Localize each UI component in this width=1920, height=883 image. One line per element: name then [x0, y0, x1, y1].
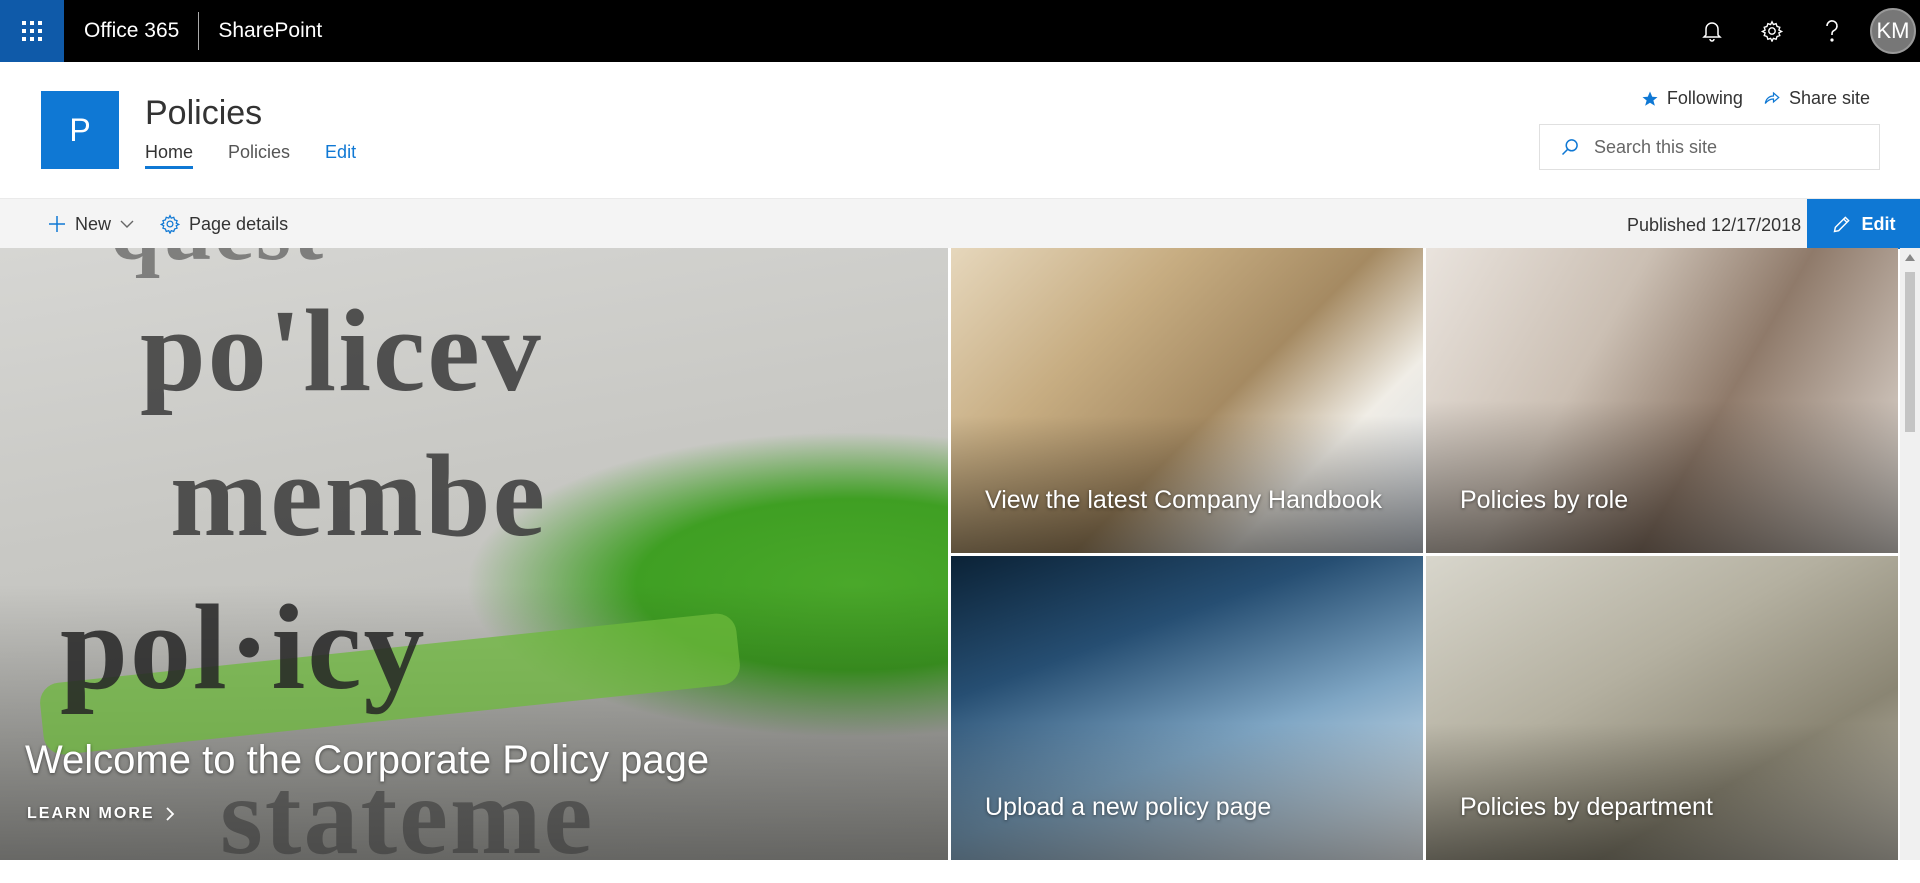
page-details-button[interactable]: Page details: [160, 214, 288, 235]
app-launcher-button[interactable]: [0, 0, 64, 62]
hero-tile-title: View the latest Company Handbook: [985, 486, 1382, 514]
help-icon: [1826, 20, 1838, 42]
command-bar-left: New Page details: [48, 199, 288, 249]
scrollbar-thumb[interactable]: [1905, 272, 1915, 432]
hero-tile-title: Policies by role: [1460, 486, 1629, 514]
image-word-4: pol·icy: [60, 580, 427, 715]
following-button[interactable]: Following: [1641, 88, 1743, 109]
image-word-1: quest: [110, 248, 325, 281]
edit-label: Edit: [1861, 213, 1896, 234]
site-navigation: Home Policies Edit: [145, 142, 356, 169]
share-site-button[interactable]: Share site: [1763, 88, 1870, 109]
hero-tile-upload-policy[interactable]: Upload a new policy page: [951, 556, 1423, 860]
bell-icon: [1702, 22, 1722, 42]
hero-tile-policies-by-role[interactable]: Policies by role: [1426, 248, 1898, 553]
following-label: Following: [1666, 88, 1743, 108]
hero-webpart: quest po'licev membe pol·icy stateme Wel…: [0, 248, 1898, 860]
header-actions: Following Share site: [1641, 88, 1870, 109]
scroll-up-icon[interactable]: [1905, 254, 1915, 261]
learn-more-label: LEARN MORE: [27, 805, 155, 822]
avatar[interactable]: KM: [1870, 8, 1916, 54]
sharepoint-link[interactable]: SharePoint: [218, 19, 322, 43]
image-word-3: membe: [170, 430, 547, 561]
suite-divider: [198, 12, 200, 50]
share-icon: [1764, 91, 1780, 104]
learn-more-link[interactable]: LEARN MORE: [27, 805, 175, 823]
gear-icon: [1761, 20, 1783, 42]
site-search[interactable]: [1539, 124, 1880, 170]
search-input[interactable]: [1594, 136, 1854, 158]
plus-icon: [49, 216, 65, 232]
hero-tile-handbook[interactable]: View the latest Company Handbook: [951, 248, 1423, 553]
suite-actions: KM: [1682, 0, 1920, 62]
new-label: New: [75, 213, 112, 234]
share-site-label: Share site: [1788, 88, 1870, 108]
nav-edit-link[interactable]: Edit: [325, 142, 356, 169]
search-icon: [1561, 139, 1578, 156]
help-button[interactable]: [1802, 0, 1862, 62]
settings-button[interactable]: [1742, 0, 1802, 62]
nav-item-policies[interactable]: Policies: [228, 142, 290, 169]
app-launcher-icon: [22, 21, 42, 41]
page-details-label: Page details: [189, 213, 289, 234]
hero-tile-title: Policies by department: [1460, 793, 1713, 821]
chevron-right-icon: [165, 807, 174, 821]
office-365-link[interactable]: Office 365: [84, 19, 179, 43]
pencil-icon: [1833, 216, 1850, 233]
image-word-2: po'licev: [140, 285, 543, 416]
notifications-button[interactable]: [1682, 0, 1742, 62]
new-button[interactable]: New: [48, 214, 134, 235]
published-status: Published 12/17/2018: [1627, 215, 1802, 235]
star-icon: [1642, 91, 1658, 106]
hero-tile-policies-by-department[interactable]: Policies by department: [1426, 556, 1898, 860]
nav-item-home[interactable]: Home: [145, 142, 194, 169]
site-title[interactable]: Policies: [145, 94, 262, 133]
hero-tile-main[interactable]: quest po'licev membe pol·icy stateme Wel…: [0, 248, 948, 860]
edit-page-button[interactable]: Edit: [1807, 199, 1920, 249]
page-scrollbar[interactable]: [1900, 248, 1920, 860]
command-bar: New Page details Published 12/17/2018 Ed…: [0, 198, 1920, 249]
hero-main-title: Welcome to the Corporate Policy page: [25, 738, 710, 782]
hero-tile-title: Upload a new policy page: [985, 793, 1272, 821]
chevron-down-icon: [120, 220, 134, 228]
site-logo[interactable]: P: [41, 91, 119, 169]
suite-bar: Office 365 SharePoint KM: [0, 0, 1920, 62]
gear-icon: [160, 214, 181, 234]
